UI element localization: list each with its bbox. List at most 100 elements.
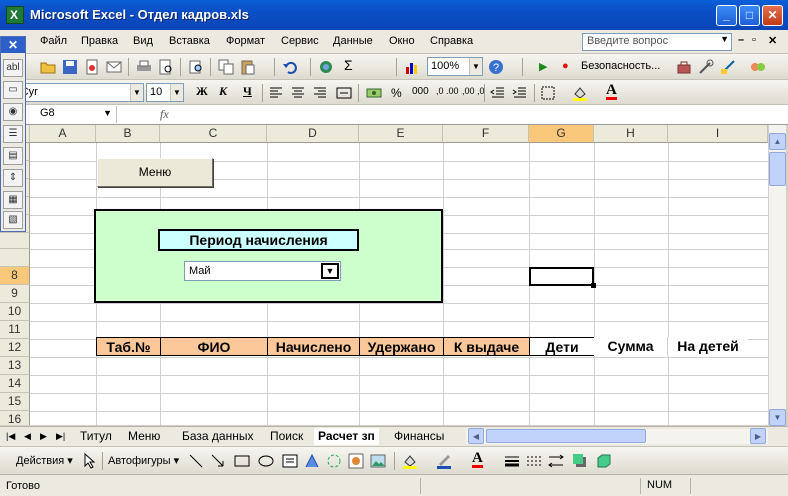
zoom-combo[interactable]: 100% ▼ [427, 57, 483, 76]
research-icon[interactable] [188, 59, 204, 75]
line-color-icon[interactable] [436, 453, 452, 469]
row-header-14[interactable]: 14 [0, 375, 30, 393]
header-full-name[interactable]: ФИО [160, 337, 268, 356]
paste-icon[interactable] [240, 59, 256, 75]
row-header-16[interactable]: 16 [0, 411, 30, 425]
rectangle-icon[interactable] [234, 453, 250, 469]
menu-format[interactable]: Формат [226, 35, 265, 47]
row-header-15[interactable]: 15 [0, 393, 30, 411]
column-header-d[interactable]: D [267, 125, 359, 143]
minimize-button[interactable]: _ [716, 5, 737, 26]
scroll-down-icon[interactable]: ▼ [769, 409, 786, 426]
column-header-b[interactable]: B [96, 125, 160, 143]
design-mode-icon[interactable] [720, 59, 736, 75]
line-icon[interactable] [188, 453, 204, 469]
scroll-left-icon[interactable]: ◀ [468, 428, 484, 444]
row-header-8[interactable]: 8 [0, 267, 30, 285]
merge-center-icon[interactable] [336, 85, 352, 101]
actions-menu[interactable]: Действия ▾ [16, 454, 73, 467]
combo-control-icon[interactable]: ▤ [3, 147, 23, 165]
doc-minimize-button[interactable]: – [738, 34, 744, 46]
fill-color-icon[interactable] [402, 453, 418, 469]
oval-icon[interactable] [258, 453, 274, 469]
excel-app-icon[interactable] [6, 6, 24, 24]
copy-icon[interactable] [218, 59, 234, 75]
option-control-icon[interactable]: ◉ [3, 103, 23, 121]
code-control-icon[interactable]: ▧ [3, 211, 23, 229]
arrow-style-icon[interactable] [548, 453, 564, 469]
maximize-button[interactable]: □ [739, 5, 760, 26]
fill-color-icon[interactable] [572, 85, 588, 101]
diagram-icon[interactable] [326, 453, 342, 469]
row-header-12[interactable]: 12 [0, 339, 30, 357]
open-icon[interactable] [40, 59, 56, 75]
chart-wizard-icon[interactable] [404, 59, 420, 75]
tab-title[interactable]: Титул [76, 428, 116, 445]
save-icon[interactable] [62, 59, 78, 75]
tab-menu[interactable]: Меню [124, 428, 164, 445]
tab-search[interactable]: Поиск [266, 428, 307, 445]
properties-control-icon[interactable]: ▦ [3, 191, 23, 209]
run-icon[interactable]: ▶ [539, 60, 547, 73]
underline-button[interactable]: Ч [243, 84, 252, 99]
thousands-button[interactable]: 000 [412, 86, 429, 97]
menu-help[interactable]: Справка [430, 35, 473, 47]
menu-window[interactable]: Окно [389, 35, 415, 47]
align-right-icon[interactable] [312, 85, 328, 101]
italic-button[interactable]: К [219, 84, 227, 99]
vertical-scroll-thumb[interactable] [769, 152, 786, 186]
header-tab-number[interactable]: Таб.№ [96, 337, 161, 356]
close-button[interactable]: ✕ [762, 5, 783, 26]
column-header-g[interactable]: G [529, 125, 594, 143]
chevron-down-icon[interactable]: ▼ [103, 108, 112, 118]
3d-icon[interactable] [596, 453, 612, 469]
row-header-9[interactable]: 9 [0, 285, 30, 303]
menu-view[interactable]: Вид [133, 35, 153, 47]
tools-icon[interactable] [698, 59, 714, 75]
textbox-icon[interactable] [282, 453, 298, 469]
chevron-down-icon[interactable]: ▼ [720, 34, 729, 44]
last-sheet-icon[interactable]: ▶| [56, 431, 65, 442]
doc-restore-button[interactable]: ▫ [752, 34, 756, 46]
horizontal-scroll-thumb[interactable] [486, 429, 646, 443]
clipart-icon[interactable] [348, 453, 364, 469]
record-icon[interactable]: ● [562, 60, 569, 72]
help-icon[interactable]: ? [488, 59, 504, 75]
shadow-icon[interactable] [572, 453, 588, 469]
first-sheet-icon[interactable]: |◀ [6, 431, 15, 442]
scroll-right-icon[interactable]: ▶ [750, 428, 766, 444]
font-color-icon[interactable]: A [472, 451, 483, 468]
arrow-icon[interactable] [210, 453, 226, 469]
chevron-down-icon[interactable]: ▼ [321, 263, 339, 279]
menu-file[interactable]: Файл [40, 35, 67, 47]
tab-salary-calc[interactable]: Расчет зп [314, 428, 379, 445]
next-sheet-icon[interactable]: ▶ [40, 431, 47, 442]
column-header-c[interactable]: C [160, 125, 267, 143]
row-header-10[interactable]: 10 [0, 303, 30, 321]
header-children[interactable]: Дети [529, 337, 595, 356]
menu-data[interactable]: Данные [333, 35, 373, 47]
menu-button[interactable]: Меню [97, 158, 213, 187]
column-header-i[interactable]: I [668, 125, 768, 143]
autosum-icon[interactable]: Σ [344, 57, 353, 73]
toolbox-icon[interactable] [676, 59, 692, 75]
currency-icon[interactable] [366, 85, 382, 101]
close-icon[interactable]: ✕ [1, 37, 25, 53]
wordart-icon[interactable] [304, 453, 320, 469]
selected-cell-g8[interactable] [529, 267, 596, 288]
email-icon[interactable] [106, 59, 122, 75]
chevron-down-icon[interactable]: ▼ [130, 84, 143, 101]
decrease-decimal-icon[interactable]: ,00 ,0 [462, 86, 485, 96]
align-center-icon[interactable] [290, 85, 306, 101]
row-header-13[interactable]: 13 [0, 357, 30, 375]
undo-icon[interactable] [282, 59, 298, 75]
line-style-icon[interactable] [504, 453, 520, 469]
row-header-11[interactable]: 11 [0, 321, 30, 339]
chevron-down-icon[interactable]: ▼ [170, 84, 183, 101]
increase-indent-icon[interactable] [512, 85, 528, 101]
chevron-down-icon[interactable]: ▼ [469, 58, 482, 75]
header-withheld[interactable]: Удержано [359, 337, 444, 356]
horizontal-scrollbar[interactable]: ◀ ▶ [466, 428, 768, 444]
menu-tools[interactable]: Сервис [281, 35, 319, 47]
worksheet-grid[interactable]: A B C D E F G H I 3 4 5 6 7 8 9 10 11 12… [0, 125, 768, 425]
